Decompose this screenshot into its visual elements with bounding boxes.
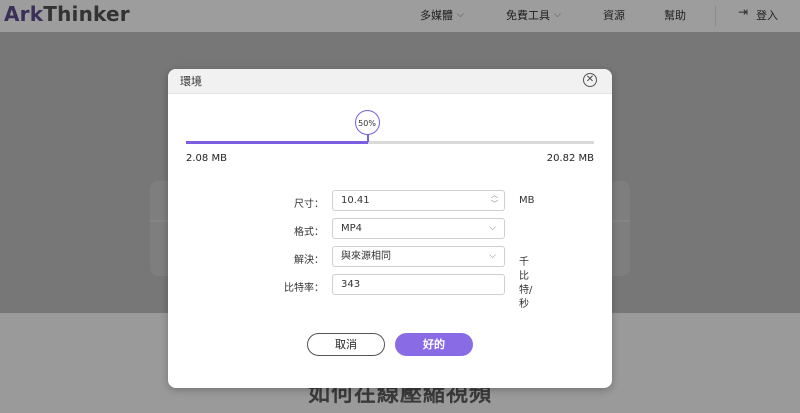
sign-in-icon[interactable]: ⇥ — [738, 5, 748, 19]
resolution-select[interactable]: 與來源相同 ⌵ — [332, 246, 505, 267]
chevron-down-icon: ⌵ — [457, 10, 464, 20]
size-slider-fill — [186, 141, 368, 144]
chevron-down-icon: ⌵ — [554, 10, 561, 20]
ok-button[interactable]: 好的 — [395, 333, 473, 356]
bitrate-unit: 千比特/秒 — [519, 257, 533, 310]
bitrate-input[interactable]: 343 — [332, 274, 505, 295]
resolution-value: 與來源相同 — [341, 251, 391, 262]
login-link[interactable]: 登入 — [756, 7, 778, 23]
slider-max-label: 20.82 MB — [546, 153, 594, 164]
nav-item-help[interactable]: 幫助 — [664, 7, 686, 23]
size-slider-track[interactable] — [186, 141, 594, 144]
close-icon[interactable]: ✕ — [583, 73, 597, 87]
format-label: 格式： — [294, 227, 324, 238]
nav-divider — [715, 6, 716, 26]
size-value: 10.41 — [341, 195, 370, 206]
chevron-down-icon: ⌵ — [489, 223, 496, 233]
nav-item-free-tools[interactable]: 免費工具 ⌵ — [506, 7, 561, 23]
bitrate-label: 比特率： — [284, 283, 324, 294]
nav-item-resources[interactable]: 資源 — [603, 7, 625, 23]
dialog-header: 環境 ✕ — [168, 69, 612, 94]
arkthinker-logo[interactable]: ArkThinker — [4, 2, 130, 26]
size-stepper[interactable]: 10.41 ︿ ﹀ — [332, 190, 505, 211]
slider-min-label: 2.08 MB — [186, 153, 227, 164]
nav-item-multimedia[interactable]: 多媒體 ⌵ — [420, 7, 464, 23]
stepper-arrows-icon[interactable]: ︿ ﹀ — [491, 191, 498, 209]
chevron-down-icon: ⌵ — [489, 251, 496, 261]
format-select[interactable]: MP4 ⌵ — [332, 218, 505, 239]
settings-dialog: 環境 ✕ 50% 2.08 MB 20.82 MB 尺寸： 10.41 ︿ ﹀ M… — [168, 69, 612, 388]
size-slider-handle[interactable]: 50% — [354, 110, 380, 135]
format-value: MP4 — [341, 223, 363, 234]
top-navigation-bar: ArkThinker 多媒體 ⌵ 免費工具 ⌵ 資源 幫助 ⇥ 登入 — [0, 0, 800, 32]
size-label: 尺寸： — [294, 199, 324, 210]
cancel-button[interactable]: 取消 — [307, 333, 385, 356]
resolution-label: 解決： — [294, 255, 324, 266]
bitrate-value: 343 — [341, 279, 361, 290]
size-unit: MB — [519, 195, 535, 206]
dialog-title: 環境 — [180, 75, 202, 88]
